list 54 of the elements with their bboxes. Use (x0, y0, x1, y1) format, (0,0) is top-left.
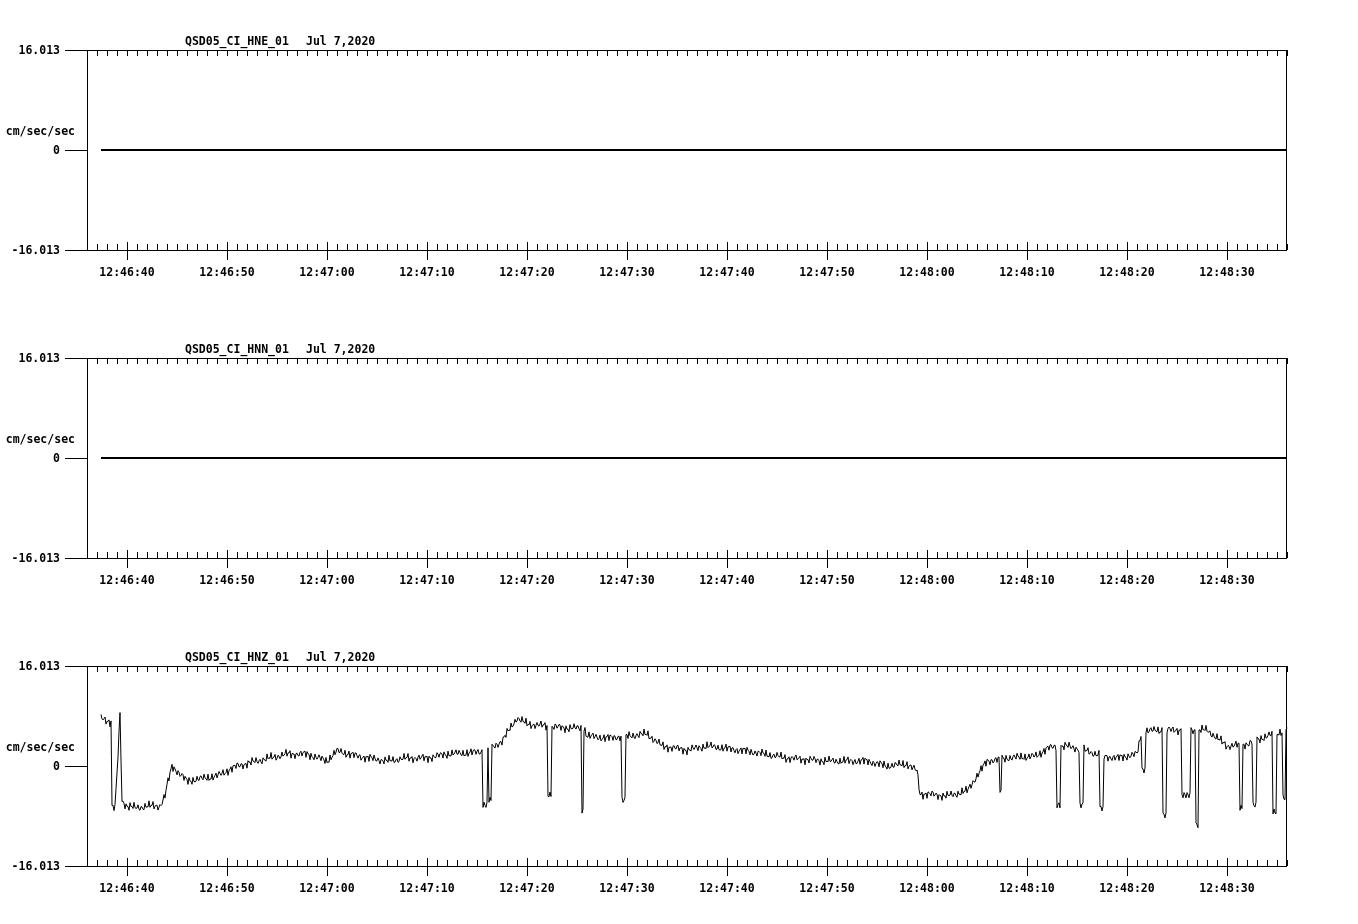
axis-title: cm/sec/sec (5, 740, 75, 754)
axis-label: 12:48:30 (1199, 881, 1255, 895)
axis-label: 12:48:00 (899, 265, 955, 279)
axis-label: 12:46:50 (199, 881, 255, 895)
axis-label: 12:47:10 (399, 573, 455, 587)
axis-label: 12:48:00 (899, 573, 955, 587)
axis-label: 12:46:40 (99, 573, 155, 587)
axis-label: 12:46:50 (199, 573, 255, 587)
axis-label: 12:46:40 (99, 881, 155, 895)
axis-label: 12:46:50 (199, 265, 255, 279)
axis-label: 12:48:20 (1099, 265, 1155, 279)
axis-label: 12:48:10 (999, 573, 1055, 587)
axis-label: 12:47:30 (599, 881, 655, 895)
axis-label: 12:47:00 (299, 573, 355, 587)
axis-label: 12:47:30 (599, 265, 655, 279)
axis-label: 12:47:40 (699, 265, 755, 279)
axis-label: 0 (53, 143, 60, 157)
axis-label: 16.013 (18, 43, 60, 57)
axis-label: 12:48:10 (999, 881, 1055, 895)
axis-label: 12:47:40 (699, 573, 755, 587)
axis-label: 12:48:30 (1199, 265, 1255, 279)
axis-label: 16.013 (18, 659, 60, 673)
axis-label: 12:47:20 (499, 573, 555, 587)
axis-label: 0 (53, 451, 60, 465)
axis-title: cm/sec/sec (5, 124, 75, 138)
axis-label: 12:47:20 (499, 881, 555, 895)
axis-label: 12:48:10 (999, 265, 1055, 279)
axis-label: 16.013 (18, 351, 60, 365)
axis-label: 12:47:50 (799, 881, 855, 895)
axis-label: 12:47:10 (399, 265, 455, 279)
axis-label: 12:48:20 (1099, 573, 1155, 587)
axis-label: 12:47:20 (499, 265, 555, 279)
axis-label: -16.013 (11, 243, 60, 257)
axis-label: 12:47:10 (399, 881, 455, 895)
axis-label: -16.013 (11, 859, 60, 873)
axis-title: cm/sec/sec (5, 432, 75, 446)
axis-label: -16.013 (11, 551, 60, 565)
plot-date: Jul 7,2020 (306, 650, 376, 664)
plot-title: QSD05_CI_HNE_01 (185, 34, 289, 48)
plot-date: Jul 7,2020 (306, 342, 376, 356)
axis-label: 12:47:50 (799, 573, 855, 587)
axis-label: 12:47:00 (299, 881, 355, 895)
axis-label: 12:46:40 (99, 265, 155, 279)
axis-label: 0 (53, 759, 60, 773)
plot-date: Jul 7,2020 (306, 34, 376, 48)
axis-label: 12:47:40 (699, 881, 755, 895)
axis-label: 12:47:30 (599, 573, 655, 587)
axis-label: 12:48:30 (1199, 573, 1255, 587)
plot-title: QSD05_CI_HNZ_01 (185, 650, 289, 664)
axis-label: 12:48:20 (1099, 881, 1155, 895)
plot-title: QSD05_CI_HNN_01 (185, 342, 289, 356)
axis-label: 12:48:00 (899, 881, 955, 895)
axis-label: 12:47:00 (299, 265, 355, 279)
axis-label: 12:47:50 (799, 265, 855, 279)
